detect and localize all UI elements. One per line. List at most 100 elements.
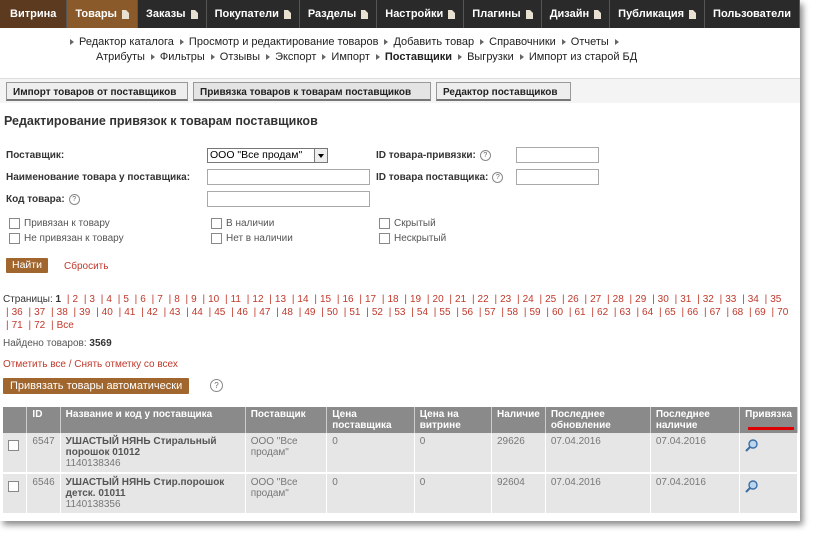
page-link[interactable]: 17 [365,294,376,305]
page-link[interactable]: 48 [282,307,293,318]
page-link[interactable]: 64 [642,307,653,318]
submenu-import-old-db[interactable]: Импорт из старой БД [519,51,637,63]
page-link[interactable]: Все [57,320,74,331]
page-link[interactable]: 19 [410,294,421,305]
page-link[interactable]: 43 [169,307,180,318]
page-link[interactable]: 14 [297,294,308,305]
page-link[interactable]: 39 [79,307,90,318]
page-link[interactable]: 26 [568,294,579,305]
product-code-input[interactable] [207,191,370,207]
page-link[interactable]: 71 [12,320,23,331]
nav-tab-vitrina[interactable]: Витрина [0,0,68,28]
search-link-icon[interactable] [745,438,759,452]
help-icon[interactable]: ? [479,150,491,161]
checkbox-out-of-stock[interactable]: Нет в наличии [211,233,293,244]
submenu-add-product[interactable]: Добавить товар [384,36,474,48]
submenu-catalog-editor[interactable]: Редактор каталога [70,36,174,48]
page-link[interactable]: 8 [174,294,180,305]
page-link[interactable]: 49 [304,307,315,318]
submenu-filters[interactable]: Фильтры [150,51,205,63]
page-link[interactable]: 5 [123,294,129,305]
submenu-uploads[interactable]: Выгрузки [458,51,514,63]
page-link[interactable]: 27 [590,294,601,305]
page-link[interactable]: 24 [523,294,534,305]
help-icon[interactable]: ? [492,172,504,183]
page-link[interactable]: 12 [252,294,263,305]
page-link[interactable]: 33 [725,294,736,305]
page-link[interactable]: 54 [417,307,428,318]
page-link[interactable]: 51 [349,307,360,318]
page-link[interactable]: 23 [500,294,511,305]
page-link[interactable]: 52 [372,307,383,318]
page-link[interactable]: 10 [208,294,219,305]
submenu-attributes[interactable]: Атрибуты [96,51,145,63]
nav-tab-publish[interactable]: Публикация [610,0,706,28]
submenu-references[interactable]: Справочники [480,36,556,48]
page-link[interactable]: 11 [231,294,241,305]
page-link[interactable]: 6 [140,294,146,305]
checkbox-not-hidden[interactable]: Нескрытый [379,233,446,244]
page-link[interactable]: 42 [147,307,158,318]
auto-link-button[interactable]: Привязать товары автоматически [3,378,190,394]
page-link[interactable]: 37 [34,307,45,318]
page-link[interactable]: 31 [680,294,691,305]
page-link[interactable]: 13 [275,294,286,305]
nav-tab-products[interactable]: Товары [67,0,138,28]
page-link[interactable]: 72 [34,320,45,331]
page-link[interactable]: 69 [755,307,766,318]
page-link[interactable]: 7 [157,294,163,305]
page-link[interactable]: 53 [394,307,405,318]
page-link[interactable]: 29 [635,294,646,305]
page-link[interactable]: 61 [575,307,586,318]
help-icon[interactable]: ? [68,194,80,205]
page-link[interactable]: 67 [710,307,721,318]
page-link[interactable]: 41 [124,307,135,318]
chevron-down-icon[interactable] [314,149,327,162]
nav-tab-sections[interactable]: Разделы [300,0,378,28]
checkbox-in-stock[interactable]: В наличии [211,218,274,229]
page-link[interactable]: 60 [552,307,563,318]
checkbox-not-linked[interactable]: Не привязан к товару [9,233,124,244]
checkbox-hidden[interactable]: Скрытый [379,218,436,229]
supplier-product-id-input[interactable] [516,169,599,185]
page-link[interactable]: 55 [439,307,450,318]
page-link[interactable]: 45 [214,307,225,318]
nav-tab-design[interactable]: Дизайн [542,0,611,28]
checkbox-linked[interactable]: Привязан к товару [9,218,110,229]
select-all-link[interactable]: Отметить все / Снять отметку со всех [3,359,178,370]
page-link[interactable]: 62 [597,307,608,318]
page-link[interactable]: 30 [658,294,669,305]
page-link[interactable]: 4 [106,294,112,305]
link-id-input[interactable] [516,147,599,163]
page-link[interactable]: 65 [665,307,676,318]
page-link[interactable]: 21 [455,294,466,305]
submenu-view-edit-products[interactable]: Просмотр и редактирование товаров [179,36,378,48]
submenu-export[interactable]: Экспорт [266,51,316,63]
page-link[interactable]: 50 [327,307,338,318]
nav-tab-settings[interactable]: Настройки [377,0,465,28]
page-link[interactable]: 2 [72,294,78,305]
product-name-input[interactable] [207,169,370,185]
page-link[interactable]: 16 [342,294,353,305]
page-link[interactable]: 68 [732,307,743,318]
page-link[interactable]: 32 [703,294,714,305]
nav-tab-customers[interactable]: Покупатели [207,0,300,28]
submenu-suppliers[interactable]: Поставщики [375,51,452,63]
page-link[interactable]: 20 [433,294,444,305]
page-link[interactable]: 58 [507,307,518,318]
page-link[interactable]: 38 [57,307,68,318]
row-checkbox[interactable] [8,440,19,451]
page-link[interactable]: 25 [545,294,556,305]
page-link[interactable]: 66 [687,307,698,318]
tab-supplier-editor[interactable]: Редактор поставщиков [436,82,571,101]
submenu-reviews[interactable]: Отзывы [210,51,260,63]
nav-tab-orders[interactable]: Заказы [138,0,207,28]
page-link[interactable]: 18 [387,294,398,305]
page-link[interactable]: 47 [259,307,270,318]
page-link[interactable]: 56 [462,307,473,318]
page-link[interactable]: 34 [748,294,759,305]
search-link-icon[interactable] [745,479,759,493]
find-button[interactable]: Найти [6,258,48,273]
page-link[interactable]: 36 [12,307,23,318]
tab-import-from-suppliers[interactable]: Импорт товаров от поставщиков [6,82,188,101]
